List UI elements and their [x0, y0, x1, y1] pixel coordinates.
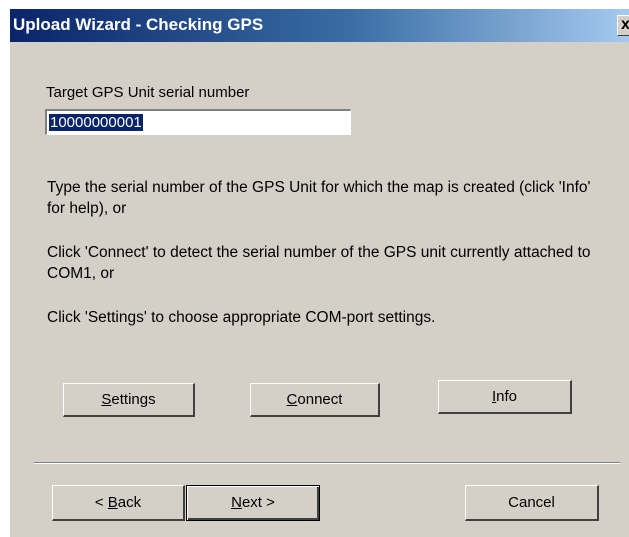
serial-number-label: Target GPS Unit serial number — [46, 84, 250, 101]
upload-wizard-dialog: Upload Wizard - Checking GPS x Target GP… — [9, 9, 629, 537]
connect-mnemonic: C — [286, 391, 298, 408]
instruction-type-serial: Type the serial number of the GPS Unit f… — [47, 179, 591, 217]
back-label: ack — [117, 494, 142, 511]
settings-button[interactable]: Settings — [63, 383, 195, 417]
back-mnemonic: B — [107, 494, 118, 511]
info-label: nfo — [496, 388, 518, 405]
settings-label: ettings — [111, 391, 156, 408]
back-button[interactable]: < Back — [52, 485, 185, 521]
next-mnemonic: N — [231, 494, 242, 511]
info-button[interactable]: Info — [438, 380, 572, 414]
back-prefix: < — [94, 494, 108, 511]
cancel-button[interactable]: Cancel — [465, 485, 599, 521]
serial-number-input[interactable]: 10000000001 — [45, 109, 351, 135]
close-icon: x — [621, 16, 629, 33]
next-button[interactable]: Next > — [186, 485, 320, 521]
button-separator — [34, 462, 620, 464]
instruction-connect: Click 'Connect' to detect the serial num… — [47, 244, 591, 282]
title-bar[interactable]: Upload Wizard - Checking GPS — [10, 9, 629, 42]
window-title: Upload Wizard - Checking GPS — [13, 15, 264, 34]
connect-label: onnect — [297, 391, 343, 408]
connect-button[interactable]: Connect — [250, 383, 380, 417]
instruction-settings: Click 'Settings' to choose appropriate C… — [47, 309, 436, 326]
settings-mnemonic: S — [101, 391, 112, 408]
next-label: ext > — [241, 494, 275, 511]
close-button[interactable]: x — [617, 15, 629, 36]
serial-number-value: 10000000001 — [49, 114, 143, 131]
